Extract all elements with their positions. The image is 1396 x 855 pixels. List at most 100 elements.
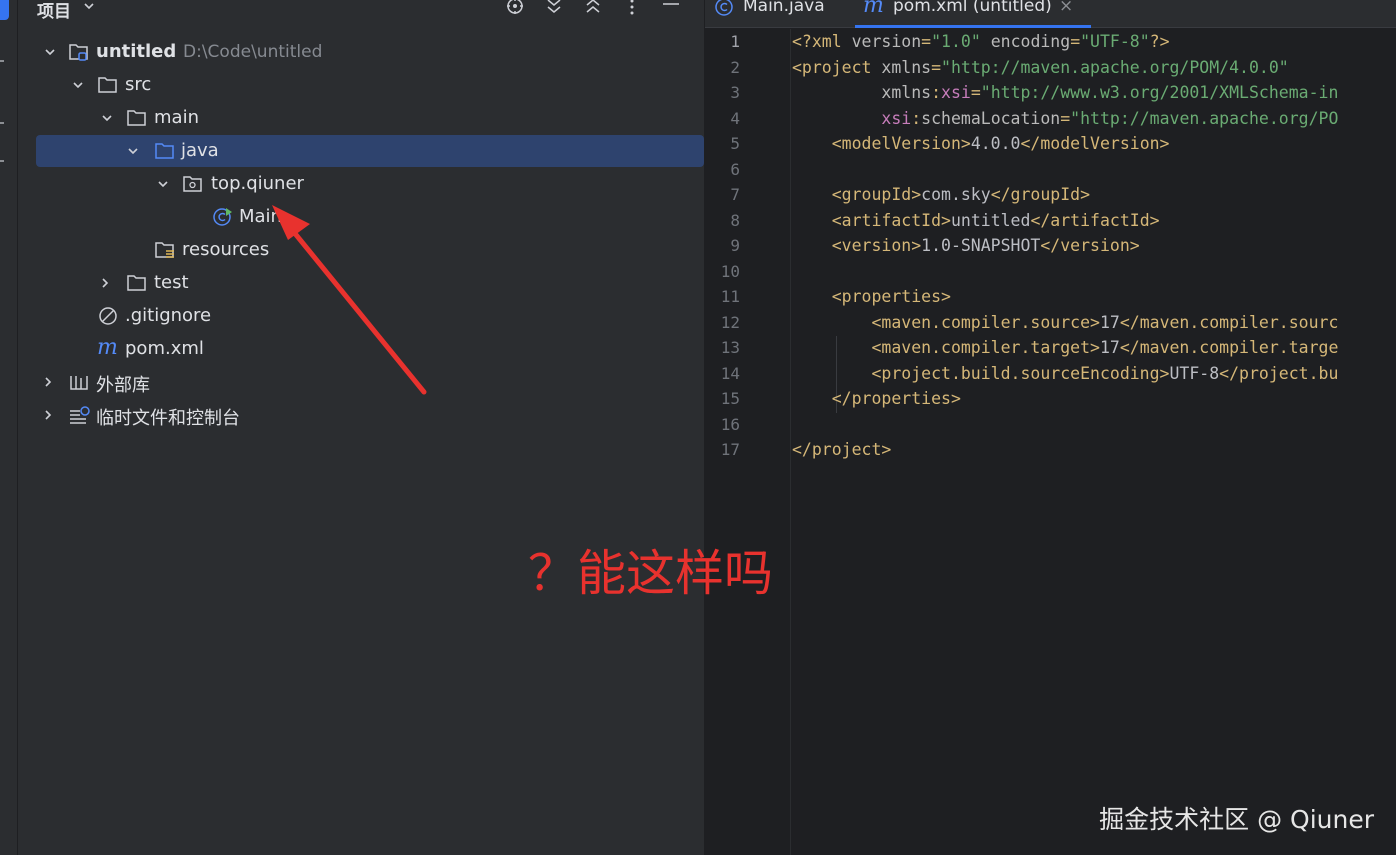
chevron-down-icon[interactable]: [83, 0, 95, 12]
chevron-down-icon[interactable]: [72, 79, 84, 91]
line-number: 6: [730, 159, 740, 179]
code-token: <artifactId>: [792, 210, 951, 230]
tree-item-test[interactable]: test: [36, 267, 704, 299]
locate-icon[interactable]: [504, 0, 526, 18]
tree-item-label: .gitignore: [125, 305, 212, 326]
maven-icon: m: [97, 335, 118, 360]
tree-item-package[interactable]: top.qiuner: [36, 168, 704, 200]
code-line: <project.build.sourceEncoding>UTF-8</pro…: [792, 364, 1338, 383]
tree-item-main[interactable]: main: [36, 102, 704, 134]
chevron-right-icon[interactable]: [42, 409, 54, 421]
more-options-icon[interactable]: [621, 0, 643, 18]
maven-icon: m: [863, 0, 884, 18]
annotation-text: ？能这样吗: [528, 545, 774, 602]
tool-window-strip: [0, 0, 18, 855]
chevron-right-icon[interactable]: [99, 277, 111, 289]
java-class-icon: [213, 208, 232, 226]
code-token: <maven.compiler.target>: [792, 338, 1100, 357]
code-token: com.sky: [921, 185, 991, 204]
code-token: version: [851, 32, 922, 51]
tree-item-pom[interactable]: m pom.xml: [36, 333, 704, 365]
tree-item-external-libraries[interactable]: 外部库: [36, 366, 704, 398]
code-line: xsi:schemaLocation="http://maven.apache.…: [792, 109, 1338, 128]
code-token: schemaLocation: [921, 108, 1061, 128]
hide-panel-icon[interactable]: [660, 0, 682, 18]
panel-title[interactable]: 项目: [37, 0, 71, 22]
code-token: encoding: [990, 32, 1071, 51]
code-token: </groupId>: [990, 185, 1091, 204]
tree-item-untitled[interactable]: untitled D:\Code\untitled: [36, 36, 704, 68]
code-token: </artifactId>: [1030, 210, 1160, 230]
code-token: </modelVersion>: [1020, 134, 1170, 153]
resources-folder-icon: [155, 242, 174, 258]
code-line: <properties>: [792, 287, 951, 306]
strip-marker: [0, 60, 4, 62]
code-line: <maven.compiler.target>17</maven.compile…: [792, 338, 1338, 357]
code-line: </properties>: [792, 389, 961, 408]
code-token: <project.build.sourceEncoding>: [792, 363, 1170, 383]
close-tab-icon[interactable]: ×: [1059, 0, 1073, 16]
code-token: xsi: [941, 83, 971, 102]
tab-label: Main.java: [743, 0, 825, 16]
module-folder-icon: [69, 44, 88, 61]
code-line: <maven.compiler.source>17</maven.compile…: [792, 313, 1338, 332]
code-area[interactable]: <?xml version="1.0" encoding="UTF-8"?> <p…: [792, 29, 1396, 855]
chevron-right-icon[interactable]: [42, 376, 54, 388]
code-token: UTF-8: [1169, 363, 1220, 383]
code-token: 1.0-SNAPSHOT: [921, 236, 1041, 255]
tree-item-label: 外部库: [96, 375, 150, 396]
ignored-file-icon: [99, 307, 117, 325]
tree-item-java[interactable]: java: [36, 135, 704, 167]
tree-item-label: top.qiuner: [211, 173, 304, 194]
line-number: 16: [720, 414, 740, 434]
tree-item-src[interactable]: src: [36, 69, 704, 101]
line-number: 9: [730, 236, 740, 255]
collapse-all-icon[interactable]: [582, 0, 604, 18]
code-token: =: [970, 83, 981, 102]
java-class-icon: [715, 0, 733, 16]
code-token: </version>: [1040, 236, 1140, 255]
code-token: =: [921, 32, 932, 51]
project-path: D:\Code\untitled: [183, 42, 323, 62]
code-token: 4.0.0: [970, 134, 1021, 153]
chevron-down-icon[interactable]: [44, 46, 56, 58]
chevron-down-icon[interactable]: [157, 178, 169, 190]
code-token: "1.0": [931, 32, 981, 51]
tree-item-label: Main: [239, 206, 282, 227]
project-tool-icon[interactable]: [0, 0, 9, 20]
tree-item-scratches[interactable]: 临时文件和控制台: [36, 399, 704, 431]
tab-main-java[interactable]: Main.java: [711, 0, 851, 28]
expand-all-icon[interactable]: [543, 0, 565, 18]
code-token: :: [931, 83, 942, 102]
code-token: xmlns: [881, 57, 932, 77]
code-token: :: [911, 108, 922, 128]
line-number-gutter: 1 2 3 4 5 6 7 8 9 10 11 12 13 14 15 16 17: [705, 29, 791, 855]
code-line: <version>1.0-SNAPSHOT</version>: [792, 236, 1140, 255]
tree-item-gitignore[interactable]: .gitignore: [36, 300, 704, 332]
chevron-down-icon[interactable]: [127, 145, 139, 157]
line-number: 5: [730, 134, 740, 153]
tree-item-label: 临时文件和控制台: [96, 408, 240, 429]
code-token: </maven.compiler.targe: [1119, 338, 1339, 357]
code-token: =: [1060, 108, 1071, 128]
tree-item-resources[interactable]: resources: [36, 234, 704, 266]
code-token: untitled: [950, 210, 1031, 230]
code-token: </project>: [792, 440, 892, 459]
code-token: </project.bu: [1219, 363, 1339, 383]
code-token: xmlns: [792, 83, 932, 102]
project-panel-header: 项目: [19, 0, 703, 22]
line-number: 14: [720, 363, 740, 383]
chevron-down-icon[interactable]: [101, 112, 113, 124]
tree-item-label: pom.xml: [125, 338, 204, 359]
tab-pom-xml[interactable]: m pom.xml (untitled) ×: [855, 0, 1091, 28]
watermark: 掘金技术社区 @ Qiuner: [1099, 805, 1374, 834]
library-icon: [70, 376, 88, 390]
tree-item-main-class[interactable]: Main: [36, 201, 704, 233]
code-token: <modelVersion>: [792, 134, 971, 153]
line-number: 10: [720, 261, 740, 281]
code-token: =: [931, 57, 942, 77]
code-token: "UTF-8": [1080, 32, 1150, 51]
line-number: 17: [720, 440, 740, 459]
scratches-icon: [70, 406, 90, 424]
